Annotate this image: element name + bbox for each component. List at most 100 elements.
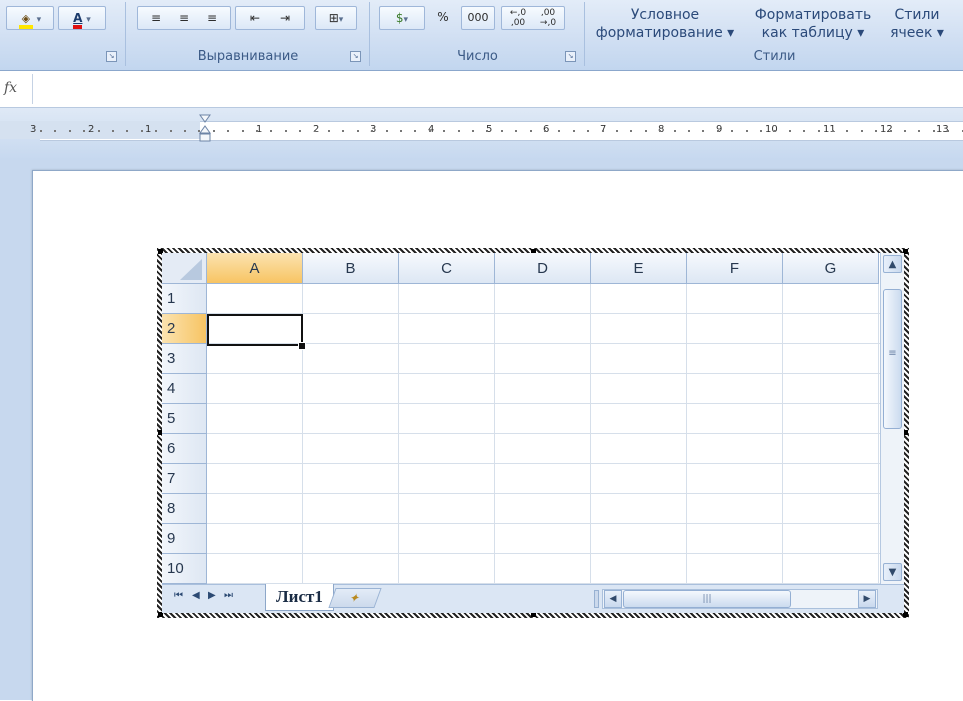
row-header-2[interactable]: 2 — [162, 314, 207, 344]
ruler-tick — [875, 130, 877, 132]
column-header-g[interactable]: G — [783, 253, 879, 284]
ruler-tick — [486, 130, 488, 132]
ruler-tick — [602, 130, 604, 132]
column-header-d[interactable]: D — [495, 253, 591, 284]
fill-handle[interactable] — [298, 342, 306, 350]
merge-cells-icon: ⊞ — [328, 11, 339, 25]
next-sheet-icon[interactable]: ▶ — [208, 590, 216, 601]
vertical-scroll-thumb[interactable]: ≡ — [883, 289, 902, 429]
ruler-tick — [515, 130, 517, 132]
number-group-label: Число — [457, 49, 498, 64]
ruler-tick — [443, 130, 445, 132]
column-header-e[interactable]: E — [591, 253, 687, 284]
formula-bar[interactable] — [0, 71, 963, 108]
scroll-down-icon[interactable]: ▼ — [883, 563, 902, 581]
ruler-tick — [746, 130, 748, 132]
scroll-up-icon[interactable]: ▲ — [883, 255, 902, 273]
vertical-scrollbar[interactable]: ▲ ≡ ▼ — [880, 253, 904, 584]
insert-sheet-icon[interactable]: ✦ — [328, 588, 382, 608]
prev-sheet-icon[interactable]: ◀ — [192, 590, 200, 601]
row-header-8[interactable]: 8 — [162, 494, 207, 524]
ruler-tick — [717, 130, 719, 132]
ruler-tick — [789, 130, 791, 132]
currency-format-button[interactable]: $▾ — [379, 6, 425, 30]
row-header-5[interactable]: 5 — [162, 404, 207, 434]
column-header-b[interactable]: B — [303, 253, 399, 284]
scroll-left-icon[interactable]: ◀ — [604, 590, 622, 608]
tab-split-handle[interactable] — [594, 590, 599, 608]
sheet-tab-active[interactable]: Лист1 — [265, 584, 334, 611]
ruler-tick — [314, 130, 316, 132]
row-header-3[interactable]: 3 — [162, 344, 207, 374]
cell-grid[interactable] — [207, 284, 882, 584]
column-header-f[interactable]: F — [687, 253, 783, 284]
conditional-formatting-button[interactable]: Условное форматирование ▾ — [590, 6, 740, 42]
decrease-indent-icon[interactable]: ⇤ — [240, 7, 270, 29]
ruler-tick — [616, 130, 618, 132]
spreadsheet: ABCDEFG 1 2 3 4 5 6 7 8 9 10 ▲ ≡ ▼ ⏮ ◀ ▶ ⏭ Лист1 … — [162, 253, 904, 613]
ruler-tick — [299, 130, 301, 132]
ruler-tick — [141, 130, 143, 132]
increase-decimal-button[interactable]: ←,0,00 — [503, 7, 533, 28]
align-right-icon[interactable]: ≡ — [198, 7, 226, 29]
font-color-button[interactable]: A ▾ — [58, 6, 106, 30]
ruler-tick — [414, 130, 416, 132]
conditional-formatting-line2: форматирование ▾ — [595, 25, 735, 41]
indent-marker-icon[interactable] — [199, 113, 211, 149]
decrease-decimal-button[interactable]: ,00 →,0 — [533, 7, 563, 28]
thousands-separator-button[interactable]: 000 — [461, 6, 495, 30]
align-center-icon[interactable]: ≡ — [170, 7, 198, 29]
chevron-down-icon[interactable]: ▾ — [37, 15, 42, 25]
increase-indent-icon[interactable]: ⇥ — [270, 7, 300, 29]
ruler-tick — [645, 130, 647, 132]
dialog-launcher-icon[interactable]: ↘ — [106, 51, 117, 62]
chevron-down-icon[interactable]: ▾ — [404, 15, 409, 25]
decrease-decimal-bottom: →,0 — [539, 18, 557, 28]
ruler-tick — [242, 130, 244, 132]
ruler-tick — [558, 130, 560, 132]
chevron-down-icon[interactable]: ▾ — [339, 15, 344, 25]
align-left-icon[interactable]: ≡ — [142, 7, 170, 29]
row-header-1[interactable]: 1 — [162, 284, 207, 314]
dialog-launcher-icon[interactable]: ↘ — [565, 51, 576, 62]
dialog-launcher-icon[interactable]: ↘ — [350, 51, 361, 62]
ruler-tick — [803, 130, 805, 132]
row-header-10[interactable]: 10 — [162, 554, 207, 584]
row-header-7[interactable]: 7 — [162, 464, 207, 494]
ruler-tick — [328, 130, 330, 132]
ruler-tick — [155, 130, 157, 132]
conditional-formatting-line1: Условное — [630, 7, 700, 23]
ruler-tick — [40, 130, 42, 132]
ruler-tick — [256, 130, 258, 132]
active-cell[interactable] — [207, 314, 303, 346]
merge-cells-button[interactable]: ⊞▾ — [315, 6, 357, 30]
alignment-group-label: Выравнивание — [197, 49, 299, 64]
chevron-down-icon[interactable]: ▾ — [86, 15, 91, 25]
fx-icon[interactable]: fx — [4, 80, 17, 96]
format-as-table-button[interactable]: Форматировать как таблицу ▾ — [748, 6, 878, 42]
ruler-tick — [702, 130, 704, 132]
first-sheet-icon[interactable]: ⏮ — [174, 590, 183, 601]
row-header-4[interactable]: 4 — [162, 374, 207, 404]
ruler-tick — [54, 130, 56, 132]
ruler-tick — [285, 130, 287, 132]
styles-group: Условное форматирование ▾ Форматировать … — [586, 2, 963, 66]
horizontal-scroll-thumb[interactable]: ||| — [623, 590, 791, 608]
column-header-a[interactable]: A — [207, 253, 303, 284]
percent-button[interactable]: % — [429, 6, 457, 30]
select-all-icon — [180, 259, 202, 280]
scroll-right-icon[interactable]: ▶ — [858, 590, 876, 608]
ruler-tick — [83, 130, 85, 132]
column-header-c[interactable]: C — [399, 253, 495, 284]
last-sheet-icon[interactable]: ⏭ — [224, 590, 233, 601]
cell-styles-button[interactable]: Стили ячеек ▾ — [880, 6, 954, 42]
fill-color-button[interactable]: ◈ ▾ — [6, 6, 54, 30]
row-header-6[interactable]: 6 — [162, 434, 207, 464]
ruler-tick — [918, 130, 920, 132]
select-all-corner[interactable] — [162, 253, 207, 284]
ruler-tick — [170, 130, 172, 132]
ruler-tick — [386, 130, 388, 132]
row-header-9[interactable]: 9 — [162, 524, 207, 554]
ruler-number: 3 — [30, 124, 37, 135]
decimal-buttons: ←,0,00,00 →,0 — [501, 6, 565, 30]
